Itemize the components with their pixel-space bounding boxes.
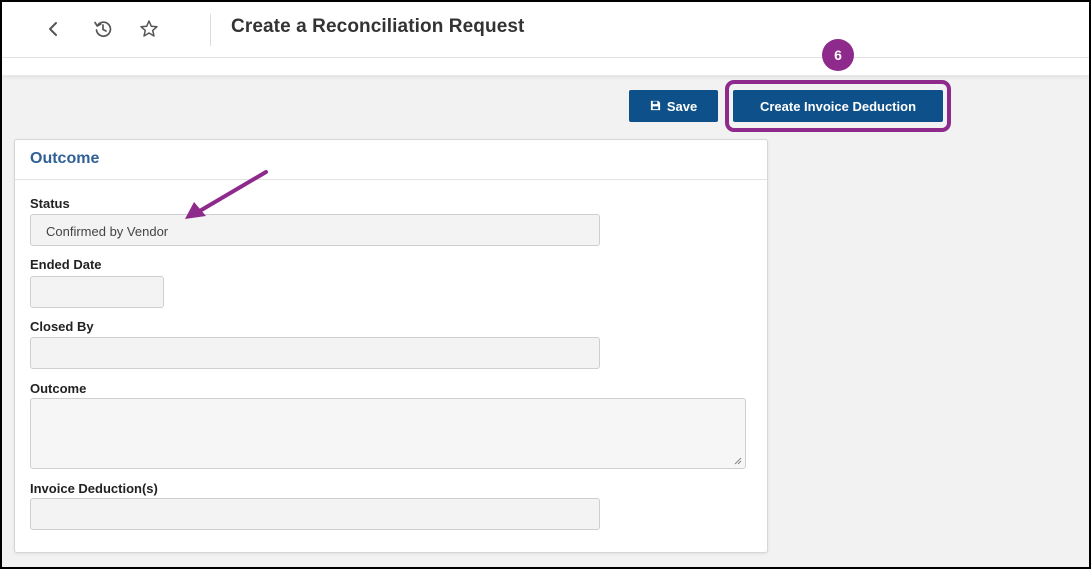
closed-by-field[interactable] xyxy=(30,337,600,369)
panel-header: Outcome xyxy=(15,140,767,180)
header-divider xyxy=(210,14,211,46)
save-button[interactable]: Save xyxy=(629,90,718,122)
invoice-deductions-label: Invoice Deduction(s) xyxy=(30,481,158,496)
resize-grip-icon[interactable] xyxy=(734,457,742,465)
ended-date-field[interactable] xyxy=(30,276,164,308)
top-bar: Create a Reconciliation Request xyxy=(2,2,1089,58)
panel-title: Outcome xyxy=(30,150,100,167)
create-invoice-deduction-label: Create Invoice Deduction xyxy=(759,98,917,114)
save-icon xyxy=(650,99,661,114)
step-badge: 6 xyxy=(822,39,854,71)
star-icon[interactable] xyxy=(136,16,162,42)
outcome-label: Outcome xyxy=(30,381,87,396)
app-frame: Create a Reconciliation Request 6 Save C… xyxy=(0,0,1091,569)
closed-by-label: Closed By xyxy=(30,319,94,334)
history-icon[interactable] xyxy=(90,16,116,42)
ended-date-label: Ended Date xyxy=(30,257,102,272)
outcome-textarea[interactable] xyxy=(30,398,746,469)
sub-toolbar xyxy=(2,58,1089,76)
page-title: Create a Reconciliation Request xyxy=(231,16,525,37)
save-button-label: Save xyxy=(666,98,698,114)
status-label: Status xyxy=(30,196,70,211)
invoice-deductions-field[interactable] xyxy=(30,498,600,530)
outcome-panel: Outcome Status Confirmed by Vendor Ended… xyxy=(14,139,768,553)
back-icon[interactable] xyxy=(40,16,66,42)
create-invoice-deduction-button[interactable]: Create Invoice Deduction xyxy=(733,90,943,122)
status-field[interactable]: Confirmed by Vendor xyxy=(30,214,600,246)
